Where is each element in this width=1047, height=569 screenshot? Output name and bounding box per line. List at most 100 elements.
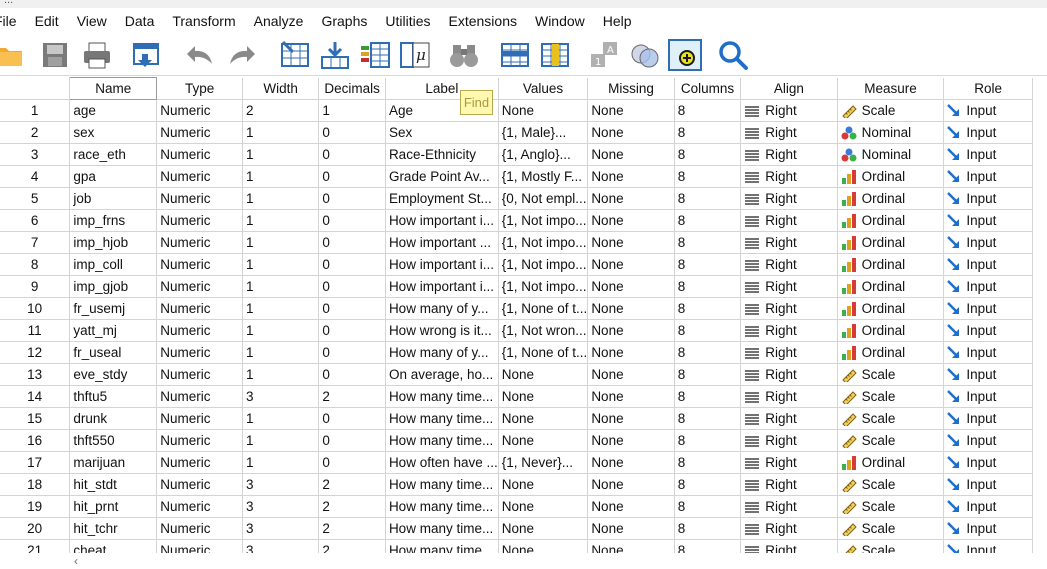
cell-cols[interactable]: 8 xyxy=(674,143,742,166)
cell-align[interactable]: Right xyxy=(740,187,838,210)
cell-measure[interactable]: Scale xyxy=(837,363,945,386)
cell-label[interactable]: How important i... xyxy=(385,253,499,276)
cell-cols[interactable]: 8 xyxy=(674,121,742,144)
cell-dec[interactable]: 0 xyxy=(318,341,386,364)
cell-missing[interactable]: None xyxy=(587,451,675,474)
split-file-icon[interactable]: A1 xyxy=(588,38,622,72)
cell-missing[interactable]: None xyxy=(587,253,675,276)
row-number[interactable]: 7 xyxy=(0,231,71,254)
cell-cols[interactable]: 8 xyxy=(674,429,742,452)
cell-role[interactable]: Input xyxy=(943,297,1033,320)
column-header-align[interactable]: Align xyxy=(740,77,838,100)
cell-align[interactable]: Right xyxy=(740,473,838,496)
cell-measure[interactable]: Scale xyxy=(837,407,945,430)
menu-view[interactable]: View xyxy=(68,8,116,34)
column-header-rownum[interactable] xyxy=(0,77,71,100)
save-icon[interactable] xyxy=(38,38,72,72)
column-header-columns[interactable]: Columns xyxy=(674,77,742,100)
row-number[interactable]: 17 xyxy=(0,451,71,474)
row-number[interactable]: 16 xyxy=(0,429,71,452)
cell-name[interactable]: imp_frns xyxy=(69,209,158,232)
cell-measure[interactable]: Ordinal xyxy=(837,209,945,232)
cell-missing[interactable]: None xyxy=(587,209,675,232)
row-number[interactable]: 12 xyxy=(0,341,71,364)
cell-name[interactable]: hit_prnt xyxy=(69,495,158,518)
table-row[interactable]: 5 job Numeric 1 0 Employment St... {0, Not emp… xyxy=(0,187,1033,210)
cell-measure[interactable]: Scale xyxy=(837,495,945,518)
cell-label[interactable]: How many time... xyxy=(385,407,499,430)
cell-measure[interactable]: Ordinal xyxy=(837,187,945,210)
table-row[interactable]: 16 thft550 Numeric 1 0 How many time... None No… xyxy=(0,429,1033,452)
cell-type[interactable]: Numeric xyxy=(156,99,243,122)
cell-dec[interactable]: 0 xyxy=(318,429,386,452)
cell-dec[interactable]: 0 xyxy=(318,319,386,342)
cell-measure[interactable]: Ordinal xyxy=(837,451,945,474)
menu-help[interactable]: Help xyxy=(594,8,641,34)
cell-label[interactable]: How many of y... xyxy=(385,297,499,320)
cell-cols[interactable]: 8 xyxy=(674,319,742,342)
cell-values[interactable]: None xyxy=(498,99,589,122)
cell-role[interactable]: Input xyxy=(943,99,1033,122)
cell-values[interactable]: {1, None of t... xyxy=(498,297,589,320)
cell-type[interactable]: Numeric xyxy=(156,539,243,553)
cell-missing[interactable]: None xyxy=(587,231,675,254)
cell-width[interactable]: 1 xyxy=(242,319,320,342)
cell-missing[interactable]: None xyxy=(587,187,675,210)
cell-type[interactable]: Numeric xyxy=(156,407,243,430)
cell-align[interactable]: Right xyxy=(740,363,838,386)
value-labels-icon[interactable] xyxy=(668,38,702,72)
cell-type[interactable]: Numeric xyxy=(156,253,243,276)
cell-measure[interactable]: Ordinal xyxy=(837,253,945,276)
cell-label[interactable]: How important i... xyxy=(385,275,499,298)
cell-width[interactable]: 1 xyxy=(242,209,320,232)
cell-width[interactable]: 3 xyxy=(242,539,320,553)
row-number[interactable]: 13 xyxy=(0,363,71,386)
cell-missing[interactable]: None xyxy=(587,121,675,144)
cell-label[interactable]: How many time... xyxy=(385,495,499,518)
cell-dec[interactable]: 2 xyxy=(318,385,386,408)
cell-label[interactable]: How many of y... xyxy=(385,341,499,364)
cell-align[interactable]: Right xyxy=(740,99,838,122)
cell-measure[interactable]: Scale xyxy=(837,517,945,540)
table-row[interactable]: 1 age Numeric 2 1 Age None None 8 Right Scale Input xyxy=(0,99,1033,122)
cell-values[interactable]: {1, None of t... xyxy=(498,341,589,364)
cell-width[interactable]: 2 xyxy=(242,99,320,122)
table-row[interactable]: 2 sex Numeric 1 0 Sex {1, Male}... None 8 Right No… xyxy=(0,121,1033,144)
insert-cases-icon[interactable] xyxy=(498,38,532,72)
cell-width[interactable]: 3 xyxy=(242,473,320,496)
cell-name[interactable]: sex xyxy=(69,121,158,144)
cell-values[interactable]: {1, Not impo... xyxy=(498,253,589,276)
cell-dec[interactable]: 0 xyxy=(318,187,386,210)
cell-width[interactable]: 1 xyxy=(242,275,320,298)
cell-role[interactable]: Input xyxy=(943,539,1033,553)
cell-type[interactable]: Numeric xyxy=(156,363,243,386)
cell-width[interactable]: 3 xyxy=(242,495,320,518)
cell-cols[interactable]: 8 xyxy=(674,495,742,518)
table-row[interactable]: 6 imp_frns Numeric 1 0 How important i... {1, … xyxy=(0,209,1033,232)
cell-measure[interactable]: Ordinal xyxy=(837,275,945,298)
cell-name[interactable]: thft550 xyxy=(69,429,158,452)
cell-width[interactable]: 3 xyxy=(242,385,320,408)
cell-role[interactable]: Input xyxy=(943,385,1033,408)
cell-name[interactable]: cheat xyxy=(69,539,158,553)
cell-type[interactable]: Numeric xyxy=(156,429,243,452)
table-row[interactable]: 19 hit_prnt Numeric 3 2 How many time... None N… xyxy=(0,495,1033,518)
cell-align[interactable]: Right xyxy=(740,231,838,254)
cell-role[interactable]: Input xyxy=(943,341,1033,364)
table-row[interactable]: 12 fr_useal Numeric 1 0 How many of y... {1, N… xyxy=(0,341,1033,364)
menu-data[interactable]: Data xyxy=(116,8,164,34)
row-number[interactable]: 15 xyxy=(0,407,71,430)
cell-label[interactable]: How important i... xyxy=(385,209,499,232)
column-header-missing[interactable]: Missing xyxy=(587,77,675,100)
cell-cols[interactable]: 8 xyxy=(674,341,742,364)
cell-label[interactable]: How many time... xyxy=(385,517,499,540)
table-row[interactable]: 15 drunk Numeric 1 0 How many time... None None… xyxy=(0,407,1033,430)
cell-values[interactable]: None xyxy=(498,429,589,452)
cell-measure[interactable]: Ordinal xyxy=(837,319,945,342)
table-row[interactable]: 21 cheat Numeric 3 2 How many time... None None… xyxy=(0,539,1033,553)
table-row[interactable]: 9 imp_gjob Numeric 1 0 How important i... {1, … xyxy=(0,275,1033,298)
cell-values[interactable]: {1, Not wron... xyxy=(498,319,589,342)
row-number[interactable]: 20 xyxy=(0,517,71,540)
row-number[interactable]: 21 xyxy=(0,539,71,553)
cell-values[interactable]: None xyxy=(498,385,589,408)
